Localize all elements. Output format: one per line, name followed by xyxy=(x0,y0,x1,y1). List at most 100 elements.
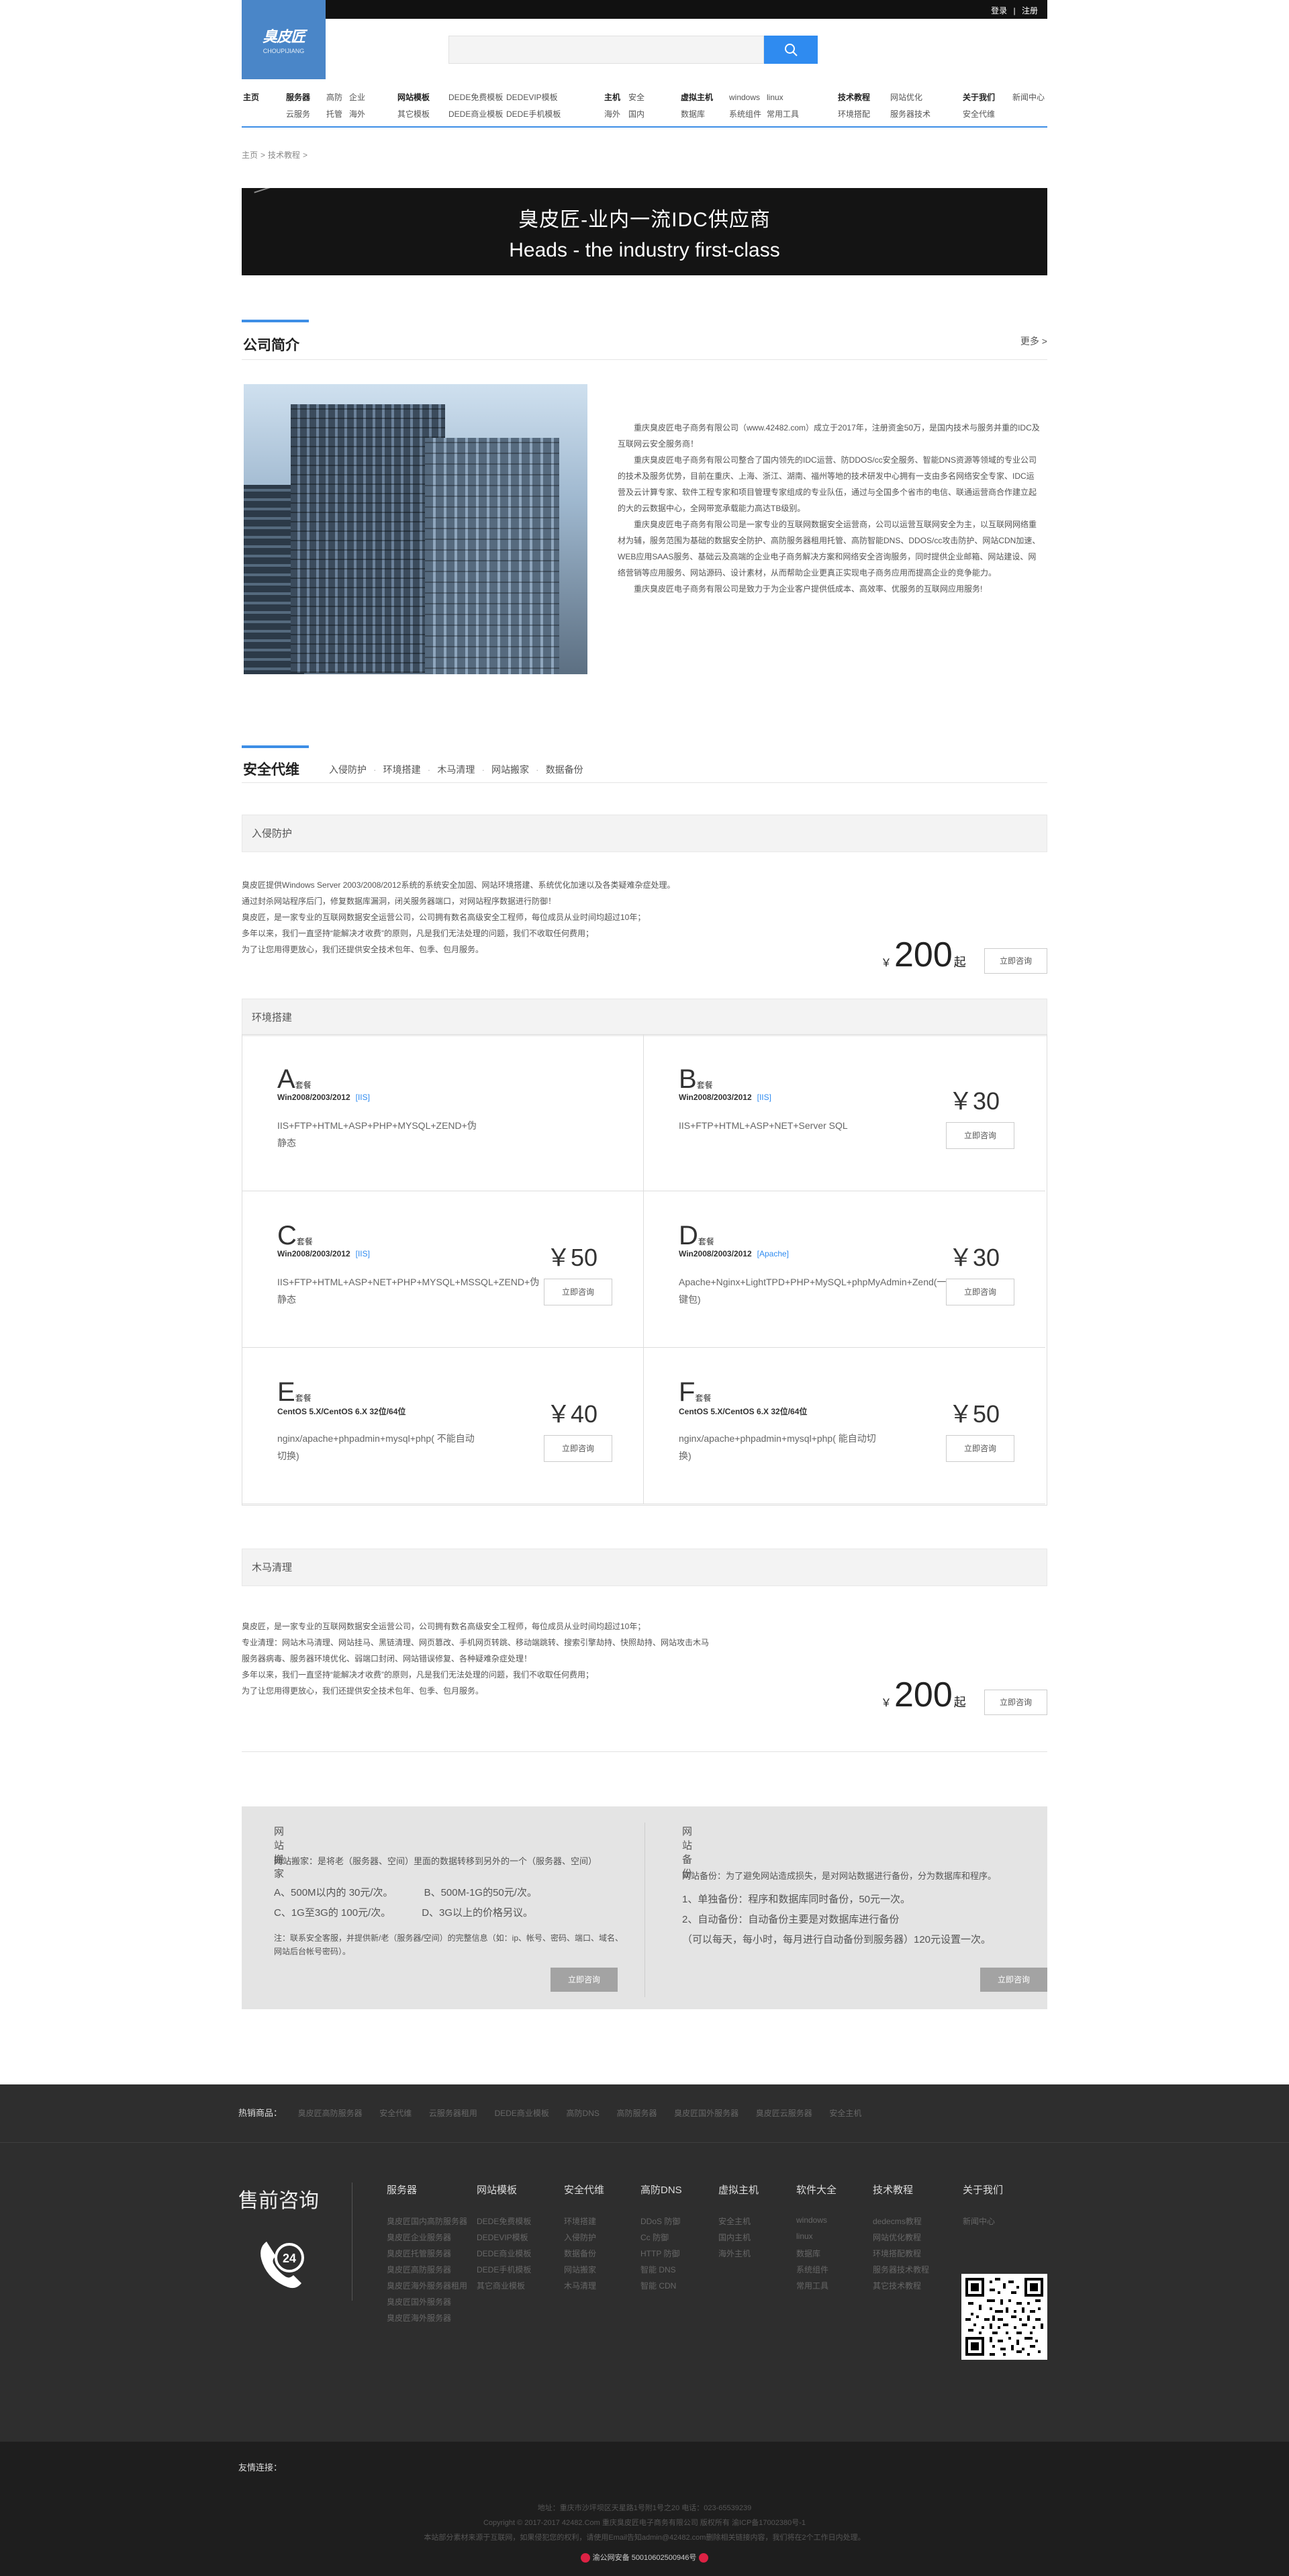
footer-link[interactable]: DEDEVIP模板 xyxy=(477,2232,531,2248)
breadcrumb-current[interactable]: 技术教程 xyxy=(268,150,300,160)
nav-link[interactable]: 高防 xyxy=(326,91,342,108)
nav-link[interactable]: DEDE商业模板 xyxy=(448,108,503,125)
hot-link[interactable]: 臭皮匠高防服务器 xyxy=(298,2109,363,2118)
nav-link[interactable]: 服务器技术 xyxy=(890,108,930,125)
hot-link[interactable]: 高防服务器 xyxy=(617,2109,657,2118)
nav-link[interactable]: 安全代维 xyxy=(963,108,995,125)
footer-link[interactable]: 海外主机 xyxy=(718,2248,759,2264)
nav-link[interactable]: 数据库 xyxy=(681,108,705,125)
nav-link[interactable]: 其它模板 xyxy=(397,108,430,125)
hot-link[interactable]: 高防DNS xyxy=(567,2109,600,2118)
nav-group-title[interactable]: 技术教程 xyxy=(838,91,870,103)
top-separator: | xyxy=(1013,6,1016,15)
tab-environment[interactable]: 环境搭建 xyxy=(383,764,421,775)
footer-link[interactable]: 智能 DNS xyxy=(640,2264,682,2280)
footer-link[interactable]: Cc 防御 xyxy=(640,2232,682,2248)
search-button[interactable] xyxy=(764,36,818,64)
search-input[interactable] xyxy=(448,36,764,64)
footer-link[interactable]: DDoS 防御 xyxy=(640,2215,682,2232)
hot-link[interactable]: 安全代维 xyxy=(379,2109,412,2118)
consult-button[interactable]: 立即咨询 xyxy=(544,1279,612,1305)
footer-link[interactable]: 环境搭建 xyxy=(564,2215,604,2232)
consult-button[interactable]: 立即咨询 xyxy=(984,1690,1047,1715)
tab-trojan[interactable]: 木马清理 xyxy=(437,764,475,775)
footer-link[interactable]: 新闻中心 xyxy=(963,2215,1003,2232)
footer-link[interactable]: 臭皮匠企业服务器 xyxy=(387,2232,467,2248)
footer-link[interactable]: DEDE手机模板 xyxy=(477,2264,531,2280)
footer-link[interactable]: 服务器技术教程 xyxy=(873,2264,929,2280)
register-link[interactable]: 注册 xyxy=(1022,6,1038,15)
nav-link[interactable]: 托管 xyxy=(326,108,342,125)
footer-link[interactable]: 木马清理 xyxy=(564,2280,604,2296)
footer-link[interactable]: 常用工具 xyxy=(796,2280,837,2296)
footer-link[interactable]: 臭皮匠国外服务器 xyxy=(387,2296,467,2312)
nav-link[interactable]: 海外 xyxy=(349,108,365,125)
footer-link[interactable]: 数据备份 xyxy=(564,2248,604,2264)
site-logo[interactable]: 臭皮匠 CHOUPIJIANG xyxy=(242,0,326,79)
footer-link[interactable]: 网站优化教程 xyxy=(873,2232,929,2248)
footer-link[interactable]: dedecms教程 xyxy=(873,2215,929,2232)
hot-link[interactable]: 云服务器租用 xyxy=(429,2109,477,2118)
nav-link[interactable]: 常用工具 xyxy=(767,108,799,125)
police-record-text[interactable]: 渝公网安备 50010602500946号 xyxy=(593,2554,697,2562)
nav-link[interactable]: DEDEVIP模板 xyxy=(506,91,561,108)
nav-link[interactable]: 企业 xyxy=(349,91,365,108)
footer-link[interactable]: 臭皮匠海外服务器租用 xyxy=(387,2280,467,2296)
nav-link[interactable]: 网站优化 xyxy=(890,91,930,108)
consult-button[interactable]: 立即咨询 xyxy=(946,1122,1014,1149)
nav-link[interactable]: windows xyxy=(729,91,761,108)
footer-link[interactable]: 数据库 xyxy=(796,2248,837,2264)
hot-link[interactable]: 臭皮匠国外服务器 xyxy=(674,2109,738,2118)
footer-link[interactable]: 安全主机 xyxy=(718,2215,759,2232)
hot-link[interactable]: DEDE商业模板 xyxy=(495,2109,549,2118)
package-features: IIS+FTP+HTML+ASP+NET+PHP+MYSQL+MSSQL+ZEN… xyxy=(277,1277,540,1305)
breadcrumb-home[interactable]: 主页 xyxy=(242,150,258,160)
nav-link[interactable]: 安全 xyxy=(628,91,644,108)
nav-link[interactable]: DEDE免费模板 xyxy=(448,91,503,108)
nav-link[interactable]: 环境搭配 xyxy=(838,108,870,125)
consult-button[interactable]: 立即咨询 xyxy=(544,1435,612,1462)
footer-link[interactable]: 其它商业模板 xyxy=(477,2280,531,2296)
footer-link[interactable]: 智能 CDN xyxy=(640,2280,682,2296)
nav-link[interactable]: 国内 xyxy=(628,108,644,125)
nav-link[interactable]: linux xyxy=(767,91,799,108)
nav-group-title[interactable]: 主机 xyxy=(604,91,620,103)
footer-link[interactable]: 臭皮匠海外服务器 xyxy=(387,2312,467,2328)
tab-intrusion[interactable]: 入侵防护 xyxy=(329,764,367,775)
footer-link[interactable]: 入侵防护 xyxy=(564,2232,604,2248)
footer-link[interactable]: 臭皮匠高防服务器 xyxy=(387,2264,467,2280)
footer-link[interactable]: 国内主机 xyxy=(718,2232,759,2248)
nav-link[interactable]: 云服务 xyxy=(286,108,310,125)
nav-link[interactable]: 新闻中心 xyxy=(1012,91,1045,108)
footer-link[interactable]: 环境搭配教程 xyxy=(873,2248,929,2264)
footer-link[interactable]: 系统组件 xyxy=(796,2264,837,2280)
nav-group-title[interactable]: 关于我们 xyxy=(963,91,995,103)
footer-link[interactable]: windows xyxy=(796,2215,837,2232)
nav-group-title[interactable]: 网站模板 xyxy=(397,91,430,103)
nav-link[interactable]: 系统组件 xyxy=(729,108,761,125)
consult-button[interactable]: 立即咨询 xyxy=(984,948,1047,974)
footer-link[interactable]: 其它技术教程 xyxy=(873,2280,929,2296)
nav-link[interactable]: 海外 xyxy=(604,108,620,125)
nav-link[interactable]: DEDE手机模板 xyxy=(506,108,561,125)
hot-link[interactable]: 臭皮匠云服务器 xyxy=(756,2109,812,2118)
footer-link[interactable]: DEDE免费模板 xyxy=(477,2215,531,2232)
footer-link[interactable]: 臭皮匠国内高防服务器 xyxy=(387,2215,467,2232)
nav-group-title[interactable]: 服务器 xyxy=(286,91,310,103)
footer-link[interactable]: linux xyxy=(796,2232,837,2248)
footer-link[interactable]: 臭皮匠托管服务器 xyxy=(387,2248,467,2264)
footer-col: 网站模板 DEDE免费模板 DEDEVIP模板 DEDE商业模板 DEDE手机模… xyxy=(477,2182,531,2296)
tab-backup[interactable]: 数据备份 xyxy=(546,764,583,775)
footer-link[interactable]: HTTP 防御 xyxy=(640,2248,682,2264)
hot-link[interactable]: 安全主机 xyxy=(829,2109,861,2118)
tab-migration[interactable]: 网站搬家 xyxy=(491,764,529,775)
nav-group-title[interactable]: 虚拟主机 xyxy=(681,91,713,103)
more-link[interactable]: 更多 > xyxy=(1020,334,1047,348)
consult-button[interactable]: 立即咨询 xyxy=(946,1435,1014,1462)
footer-link[interactable]: DEDE商业模板 xyxy=(477,2248,531,2264)
consult-button[interactable]: 立即咨询 xyxy=(551,1968,618,1992)
login-link[interactable]: 登录 xyxy=(991,6,1007,15)
consult-button[interactable]: 立即咨询 xyxy=(946,1279,1014,1305)
consult-button[interactable]: 立即咨询 xyxy=(980,1968,1047,1992)
footer-link[interactable]: 网站搬家 xyxy=(564,2264,604,2280)
